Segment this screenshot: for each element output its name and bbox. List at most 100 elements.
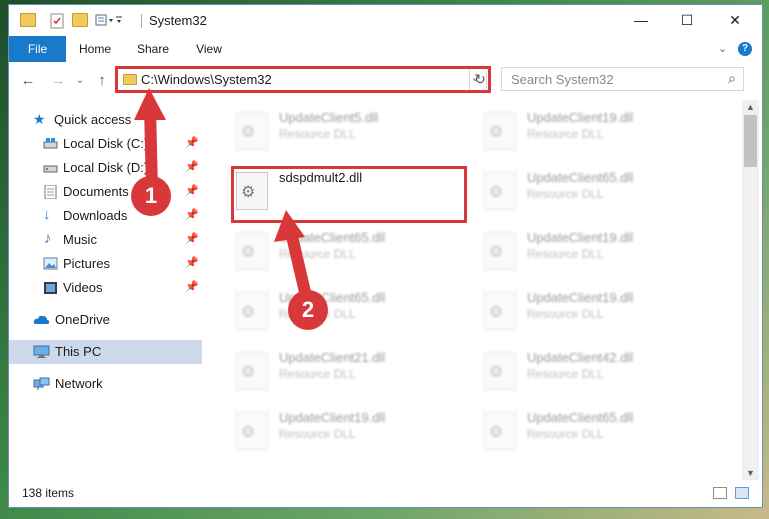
dll-file-icon: ⚙ [236,232,268,270]
nav-item-label: Local Disk (C:) [63,136,149,151]
file-name: UpdateClient42.dll [527,350,634,365]
tab-home[interactable]: Home [71,36,119,62]
forward-arrow-icon[interactable]: → [50,73,66,89]
details-view-icon[interactable] [713,487,727,499]
selected-file-highlight-box [231,166,467,223]
new-folder-icon[interactable] [72,13,88,27]
dll-file-icon: ⚙ [484,292,516,330]
file-item[interactable]: ⚙ UpdateClient19.dll Resource DLL [478,282,708,336]
pin-icon: 📌 [185,257,199,269]
ribbon-tabs: File Home Share View ⌄ ? [9,36,762,63]
minimize-button[interactable]: — [618,5,664,36]
nav-item-documents[interactable]: Documents 📌 [9,180,202,204]
file-item[interactable]: ⚙ UpdateClient65.dll Resource DLL [478,402,708,456]
download-icon: ↓ [43,206,51,223]
pin-icon: 📌 [185,161,199,173]
recent-locations-chevron-icon[interactable]: ⌄ [72,73,88,89]
search-placeholder: Search System32 [511,72,614,87]
title-bar: System32 — ☐ ✕ [9,5,762,36]
large-icons-view-icon[interactable] [735,487,749,499]
step-2-badge: 2 [288,290,328,330]
folder-icon [20,13,36,27]
file-item[interactable]: ⚙ UpdateClient21.dll Resource DLL [230,342,460,396]
nav-item-label: Videos [63,280,103,295]
file-name: UpdateClient19.dll [279,410,386,425]
vertical-scrollbar[interactable]: ▲ ▼ [742,100,759,480]
dll-file-icon: ⚙ [236,292,268,330]
nav-item-videos[interactable]: Videos 📌 [9,276,202,300]
close-button[interactable]: ✕ [712,5,758,36]
dll-file-icon: ⚙ [484,352,516,390]
file-name: UpdateClient19.dll [527,110,634,125]
step-1-badge: 1 [131,176,171,216]
nav-item-network[interactable]: Network [9,372,202,396]
file-item[interactable]: ⚙ UpdateClient65.dll Resource DLL [230,222,460,276]
nav-item-label: Music [63,232,97,247]
scroll-down-icon[interactable]: ▼ [742,468,759,478]
nav-item-pictures[interactable]: Pictures 📌 [9,252,202,276]
file-type: Resource DLL [279,247,356,261]
file-type: Resource DLL [527,187,604,201]
nav-item-onedrive[interactable]: OneDrive [9,308,202,332]
dll-file-icon: ⚙ [484,412,516,450]
file-item[interactable]: ⚙ UpdateClient65.dll Resource DLL [478,162,708,216]
file-item[interactable]: ⚙ UpdateClient19.dll Resource DLL [478,222,708,276]
nav-item-label: Documents [63,184,129,199]
search-input[interactable]: Search System32 ⌕ [501,67,744,91]
navigation-pane: ★ Quick access Local Disk (C:) 📌 Local D… [9,100,202,475]
nav-item-label: Network [55,376,103,391]
file-item[interactable]: ⚙ UpdateClient19.dll Resource DLL [230,402,460,456]
computer-icon [33,345,50,359]
music-icon: ♪ [44,230,52,247]
dll-file-icon: ⚙ [236,112,268,150]
videos-icon [43,281,58,295]
file-name: UpdateClient65.dll [279,230,386,245]
maximize-button[interactable]: ☐ [664,5,710,36]
nav-item-quick-access[interactable]: ★ Quick access [9,108,202,132]
file-list: ⚙ UpdateClient5.dll Resource DLL ⚙ Updat… [202,100,742,475]
file-name: UpdateClient5.dll [279,110,379,125]
status-bar: 138 items [9,481,762,507]
tab-share[interactable]: Share [129,36,177,62]
scrollbar-thumb[interactable] [744,115,757,167]
tab-view[interactable]: View [185,36,233,62]
file-type: Resource DLL [527,367,604,381]
address-highlight-box [115,66,491,93]
search-icon[interactable]: ⌕ [728,70,736,87]
dll-file-icon: ⚙ [484,172,516,210]
customize-toolbar-icon[interactable] [95,13,122,27]
pin-icon: 📌 [185,137,199,149]
dll-file-icon: ⚙ [236,352,268,390]
file-item[interactable]: ⚙ UpdateClient19.dll Resource DLL [478,102,708,156]
help-icon[interactable]: ? [738,42,752,56]
pin-icon: 📌 [185,209,199,221]
file-type: Resource DLL [527,247,604,261]
nav-item-label: Pictures [63,256,110,271]
chevron-down-icon[interactable]: ⌄ [718,42,727,55]
file-name: UpdateClient19.dll [527,230,634,245]
back-arrow-icon[interactable]: ← [20,73,36,89]
up-arrow-icon[interactable]: ↑ [94,73,110,89]
nav-item-local-disk-d[interactable]: Local Disk (D:) 📌 [9,156,202,180]
nav-item-label: Downloads [63,208,128,223]
nav-item-downloads[interactable]: ↓ Downloads 📌 [9,204,202,228]
nav-item-local-disk-c[interactable]: Local Disk (C:) 📌 [9,132,202,156]
file-type: Resource DLL [279,367,356,381]
network-icon [33,377,50,391]
dll-file-icon: ⚙ [236,412,268,450]
nav-item-this-pc[interactable]: This PC [9,340,202,364]
scroll-up-icon[interactable]: ▲ [742,102,759,112]
file-item[interactable]: ⚙ UpdateClient5.dll Resource DLL [230,102,460,156]
file-item[interactable]: ⚙ UpdateClient65.dll Resource DLL [230,282,460,336]
properties-icon[interactable] [49,13,65,29]
star-icon: ★ [33,111,46,127]
pin-icon: 📌 [185,281,199,293]
file-type: Resource DLL [279,127,356,141]
pictures-icon [43,257,58,271]
nav-item-music[interactable]: ♪ Music 📌 [9,228,202,252]
pin-icon: 📌 [185,185,199,197]
tab-file[interactable]: File [9,36,66,62]
file-item[interactable]: ⚙ UpdateClient42.dll Resource DLL [478,342,708,396]
item-count: 138 items [22,486,75,500]
file-name: UpdateClient65.dll [527,410,634,425]
